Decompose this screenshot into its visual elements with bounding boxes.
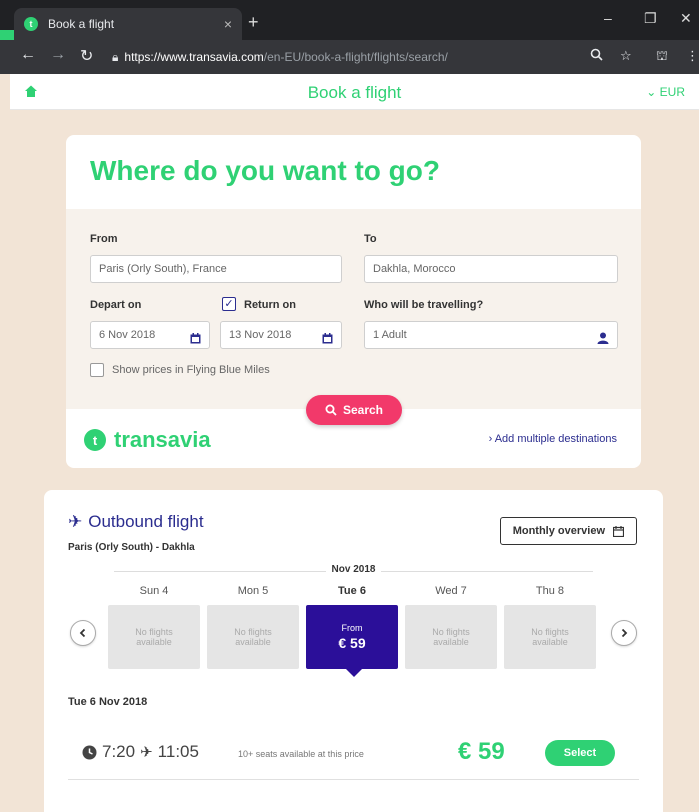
bookmark-star-icon[interactable]: ☆ <box>620 48 632 64</box>
day-price: € 59 <box>338 635 366 651</box>
monthly-overview-label: Monthly overview <box>512 525 605 537</box>
month-text: Nov 2018 <box>325 564 382 575</box>
airplane-icon: ✈ <box>68 512 83 531</box>
search-form: From Paris (Orly South), France To Dakhl… <box>66 209 641 409</box>
day-label-selected: Tue 6 <box>338 585 366 597</box>
search-heading: Where do you want to go? <box>90 155 440 186</box>
next-days-button[interactable] <box>611 620 637 646</box>
month-label: Nov 2018 <box>44 564 663 575</box>
flight-times: 7:20 ✈ 11:05 <box>82 742 199 762</box>
depart-date-value: 6 Nov 2018 <box>99 329 156 341</box>
tab-close-icon[interactable]: × <box>224 16 232 32</box>
departure-time: 7:20 <box>102 742 136 761</box>
travellers-value: 1 Adult <box>373 329 407 341</box>
selected-date-label: Tue 6 Nov 2018 <box>68 696 148 708</box>
results-card: ✈ Outbound flight Paris (Orly South) - D… <box>44 490 663 812</box>
return-label: Return on <box>244 299 296 311</box>
day-label: Mon 5 <box>237 585 269 597</box>
from-field[interactable]: Paris (Orly South), France <box>90 255 342 283</box>
day-option[interactable]: No flights available <box>405 605 497 669</box>
url-field[interactable]: 🔒︎ https://www.transavia.com/en-EU/book-a… <box>112 47 652 67</box>
arrow-right-icon <box>621 628 628 638</box>
new-tab-icon[interactable]: + <box>248 12 259 33</box>
return-checkbox[interactable]: ✓ <box>222 297 236 311</box>
day-label: Sun 4 <box>139 585 169 597</box>
transavia-logo: t transavia <box>84 427 211 453</box>
close-window-icon[interactable]: ✕ <box>680 10 692 27</box>
page-title: Book a flight <box>307 83 402 102</box>
day-option-selected[interactable]: From € 59 <box>306 605 398 669</box>
menu-dots-icon[interactable]: ⋮ <box>686 48 699 64</box>
miles-checkbox[interactable] <box>90 363 104 377</box>
monthly-overview-button[interactable]: Monthly overview <box>499 517 637 545</box>
travellers-label: Who will be travelling? <box>364 299 484 311</box>
url-host: https://www.transavia.com <box>124 50 264 64</box>
search-heading-area: Where do you want to go? <box>66 135 641 209</box>
search-icon <box>325 404 337 416</box>
select-flight-button[interactable]: Select <box>545 740 615 766</box>
previous-days-button[interactable] <box>70 620 96 646</box>
brand-name: transavia <box>114 427 211 452</box>
arrow-left-icon <box>79 628 86 638</box>
tab-title: Book a flight <box>48 17 115 31</box>
url-path: /en-EU/book-a-flight/flights/search/ <box>263 50 448 64</box>
minimize-icon[interactable]: – <box>604 10 612 26</box>
search-icon[interactable] <box>590 48 603 64</box>
return-date-field[interactable]: 13 Nov 2018 <box>220 321 342 349</box>
return-date-value: 13 Nov 2018 <box>229 329 292 341</box>
forward-icon[interactable]: → <box>50 46 66 64</box>
outbound-title-text: Outbound flight <box>88 512 204 531</box>
day-option[interactable]: No flights available <box>504 605 596 669</box>
calendar-icon <box>322 328 333 348</box>
clock-icon <box>82 745 97 759</box>
person-icon <box>597 328 609 348</box>
day-option[interactable]: No flights available <box>207 605 299 669</box>
day-option[interactable]: No flights available <box>108 605 200 669</box>
extension-icon[interactable]: ⛫ <box>656 48 668 66</box>
calendar-icon <box>190 328 201 348</box>
from-label: From <box>341 623 363 633</box>
from-label: From <box>90 233 118 245</box>
day-label: Thu 8 <box>535 585 565 597</box>
transavia-logo-icon: t <box>84 429 106 451</box>
route-label: Paris (Orly South) - Dakhla <box>68 542 195 553</box>
flight-row: 7:20 ✈ 11:05 10+ seats available at this… <box>68 730 639 780</box>
back-icon[interactable]: ← <box>20 46 36 64</box>
maximize-icon[interactable]: ❐ <box>644 10 657 27</box>
add-multiple-destinations-link[interactable]: › Add multiple destinations <box>489 433 617 445</box>
currency-selector[interactable]: ⌄ EUR <box>646 85 685 99</box>
search-card: Where do you want to go? From Paris (Orl… <box>66 135 641 468</box>
flight-price: € 59 <box>458 738 505 765</box>
search-button-label: Search <box>342 403 384 417</box>
depart-date-field[interactable]: 6 Nov 2018 <box>90 321 210 349</box>
seats-available: 10+ seats available at this price <box>238 749 364 759</box>
to-field[interactable]: Dakhla, Morocco <box>364 255 618 283</box>
travellers-field[interactable]: 1 Adult <box>364 321 618 349</box>
outbound-title: ✈ Outbound flight <box>68 512 204 532</box>
depart-label: Depart on <box>90 299 142 311</box>
day-label: Wed 7 <box>435 585 467 597</box>
site-header: Book a flight ⌄ EUR <box>10 74 699 110</box>
to-label: To <box>364 233 377 245</box>
calendar-icon <box>613 525 624 537</box>
selected-day-pointer <box>346 669 362 677</box>
transavia-favicon-icon: t <box>24 17 38 31</box>
reload-icon[interactable]: ↻ <box>80 46 93 66</box>
miles-label: Show prices in Flying Blue Miles <box>112 364 270 376</box>
airplane-icon: ✈ <box>140 744 153 761</box>
lock-icon: 🔒︎ <box>112 50 119 64</box>
browser-tab[interactable]: t Book a flight × <box>14 8 242 40</box>
search-button[interactable]: Search <box>306 395 402 425</box>
arrival-time: 11:05 <box>157 742 199 761</box>
